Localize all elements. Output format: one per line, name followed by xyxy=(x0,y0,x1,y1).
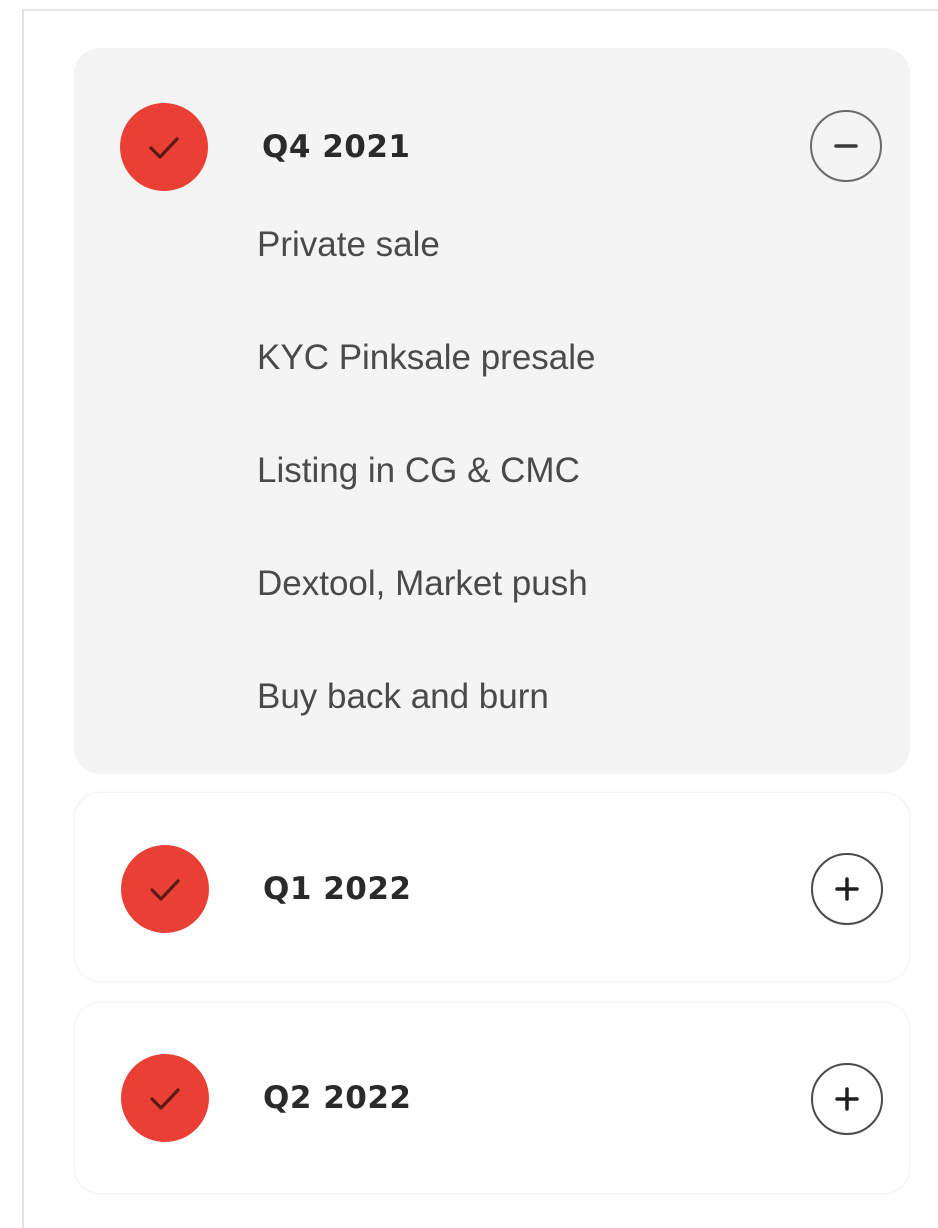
phase-title: Q1 2022 xyxy=(263,871,412,907)
minus-icon xyxy=(834,144,858,148)
expand-button[interactable] xyxy=(811,853,883,925)
list-item: Dextool, Market push xyxy=(257,564,588,603)
plus-icon xyxy=(835,877,859,901)
list-item: Listing in CG & CMC xyxy=(257,451,580,490)
list-item: KYC Pinksale presale xyxy=(257,338,596,377)
phase-title: Q4 2021 xyxy=(262,129,411,165)
phase-items-list: Private sale KYC Pinksale presale Listin… xyxy=(257,221,596,786)
list-item: Private sale xyxy=(257,225,440,264)
plus-icon xyxy=(835,1087,859,1111)
expand-button[interactable] xyxy=(811,1063,883,1135)
check-icon xyxy=(121,845,209,933)
collapse-button[interactable] xyxy=(810,110,882,182)
roadmap-phase-q2-2022[interactable]: Q2 2022 xyxy=(74,1002,910,1194)
phase-title: Q2 2022 xyxy=(263,1080,412,1116)
check-icon xyxy=(121,1054,209,1142)
list-item: Buy back and burn xyxy=(257,677,549,716)
roadmap-phase-q1-2022[interactable]: Q1 2022 xyxy=(74,792,910,982)
check-icon xyxy=(120,103,208,191)
roadmap-phase-q4-2021[interactable]: Q4 2021 Private sale KYC Pinksale presal… xyxy=(74,48,910,774)
